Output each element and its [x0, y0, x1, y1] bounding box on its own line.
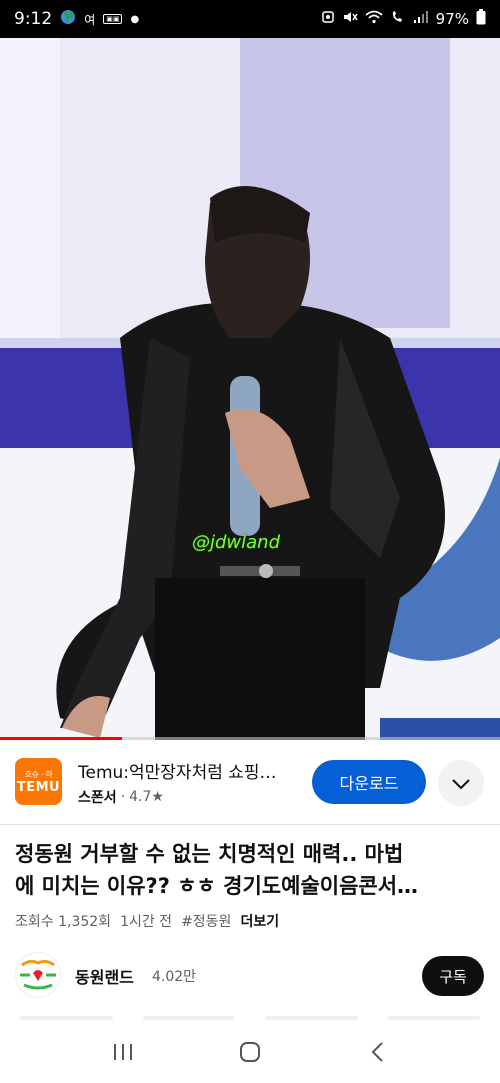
more-link[interactable]: 더보기 — [240, 911, 279, 931]
notification-icon: ▣▣ — [103, 14, 123, 24]
status-time: 9:12 — [14, 9, 53, 29]
chevron-down-icon — [452, 774, 470, 793]
mute-icon — [342, 10, 358, 28]
chip[interactable] — [265, 1016, 358, 1020]
back-button[interactable] — [357, 1034, 397, 1074]
video-player[interactable]: @jdwland — [0, 38, 500, 740]
subscriber-count: 4.02만 — [152, 969, 197, 985]
battery-percent: 97% — [435, 10, 469, 28]
wifi-call-icon — [390, 10, 406, 28]
globe-icon — [60, 9, 76, 29]
divider — [0, 824, 500, 825]
wifi-icon — [365, 10, 383, 28]
video-watermark: @jdwland — [192, 532, 281, 553]
alarm-icon — [321, 10, 335, 28]
video-title[interactable]: 정동원 거부할 수 없는 치명적인 매력.. 마법 에 미치는 이유?? ㅎㅎ … — [15, 838, 485, 904]
recent-apps-button[interactable] — [103, 1034, 143, 1074]
signal-icon — [413, 10, 429, 28]
view-count: 조회수 1,352회 — [15, 914, 112, 930]
temu-logo-top: 흐슈ㆍ하 — [24, 769, 53, 779]
channel-avatar-image — [17, 954, 59, 996]
status-bar: 9:12 여 ▣▣ ● 97% — [0, 0, 500, 38]
temu-logo-text: TEMU — [16, 779, 61, 795]
dot-icon: ● — [130, 13, 140, 25]
hashtag-link[interactable]: #정동원 — [181, 911, 231, 931]
system-nav-bar — [0, 1024, 500, 1083]
channel-name[interactable]: 동원랜드 — [75, 964, 134, 988]
chip[interactable] — [387, 1016, 480, 1020]
channel-avatar[interactable] — [15, 952, 61, 998]
temu-logo[interactable]: 흐슈ㆍ하 TEMU — [15, 758, 62, 805]
action-chips — [20, 1016, 480, 1020]
ad-title[interactable]: Temu:억만장자처럼 쇼핑하기 — [78, 758, 288, 783]
video-frame — [0, 38, 500, 740]
recent-apps-icon — [112, 1042, 134, 1066]
download-button[interactable]: 다운로드 — [312, 760, 426, 804]
ad-rating: 4.7★ — [129, 789, 164, 805]
battery-icon — [476, 9, 486, 29]
sponsor-label: 스폰서 — [78, 790, 117, 806]
carrier-badge: 여 — [84, 12, 96, 27]
back-icon — [370, 1041, 384, 1067]
upload-time: 1시간 전 — [120, 914, 173, 930]
video-title-line-2: 에 미치는 이유?? ㅎㅎ 경기도예술이음콘서… — [15, 874, 419, 898]
video-meta[interactable]: 조회수 1,352회 1시간 전 #정동원 더보기 — [15, 911, 279, 931]
separator-dot: · — [120, 789, 126, 805]
home-icon — [239, 1041, 261, 1067]
video-title-line-1: 정동원 거부할 수 없는 치명적인 매력.. 마법 — [15, 842, 404, 866]
expand-ad-button[interactable] — [438, 760, 484, 806]
subscribe-button[interactable]: 구독 — [422, 956, 484, 996]
ad-meta: 스폰서 · 4.7★ — [78, 787, 164, 807]
chip[interactable] — [20, 1016, 113, 1020]
chip[interactable] — [142, 1016, 235, 1020]
home-button[interactable] — [230, 1034, 270, 1074]
